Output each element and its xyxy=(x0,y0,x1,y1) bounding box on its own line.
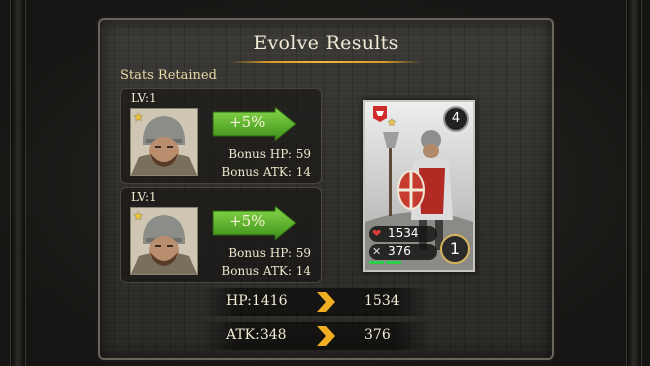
unit-progress-bars xyxy=(369,249,403,268)
old-hp: HP:1416 xyxy=(226,293,288,309)
bonus-atk: Bonus ATK: 14 xyxy=(221,165,311,179)
soldier-portrait: ★ xyxy=(130,207,198,275)
heart-icon: ❤ xyxy=(372,227,382,240)
panel-title: Evolve Results xyxy=(253,32,399,54)
evolve-results-panel: Evolve Results Stats Retained LV:1 ★ +5%… xyxy=(98,18,554,360)
unit-rank-badge: 1 xyxy=(440,234,470,264)
unit-level-badge: 4 xyxy=(443,106,469,132)
bonus-atk: Bonus ATK: 14 xyxy=(221,264,311,278)
bonus-hp: Bonus HP: 59 xyxy=(228,246,311,260)
hp-comparison-row: HP:1416 1534 xyxy=(202,288,430,316)
soldier-portrait: ★ xyxy=(130,108,198,176)
chevron-right-icon xyxy=(317,292,335,312)
old-atk: ATK:348 xyxy=(226,327,287,343)
new-atk: 376 xyxy=(364,327,391,343)
right-rail xyxy=(626,0,642,366)
rarity-star-icon: ★ xyxy=(133,110,144,124)
section-label: Stats Retained xyxy=(120,68,217,83)
rarity-star-icon: ★ xyxy=(133,209,144,223)
card-level: LV:1 xyxy=(131,190,157,204)
chevron-right-icon xyxy=(317,326,335,346)
rarity-star-icon: ★ xyxy=(387,116,397,129)
unit-hp-stat: ❤ 1534 xyxy=(369,226,437,242)
atk-comparison-row: ATK:348 376 xyxy=(202,322,430,350)
new-hp: 1534 xyxy=(364,293,400,309)
left-rail xyxy=(10,0,26,366)
bonus-hp: Bonus HP: 59 xyxy=(228,147,311,161)
boost-percent: +5% xyxy=(229,212,266,230)
material-card-2[interactable]: LV:1 ★ +5% Bonus HP: 59 Bonus ATK: 14 xyxy=(120,187,322,283)
boost-percent: +5% xyxy=(229,113,266,131)
unit-hp-value: 1534 xyxy=(388,226,419,240)
card-level: LV:1 xyxy=(131,91,157,105)
material-card-1[interactable]: LV:1 ★ +5% Bonus HP: 59 Bonus ATK: 14 xyxy=(120,88,322,184)
result-unit-card[interactable]: ★ 4 ❤ 1534 ✕ 376 1 xyxy=(363,100,475,272)
title-underline xyxy=(230,61,422,63)
